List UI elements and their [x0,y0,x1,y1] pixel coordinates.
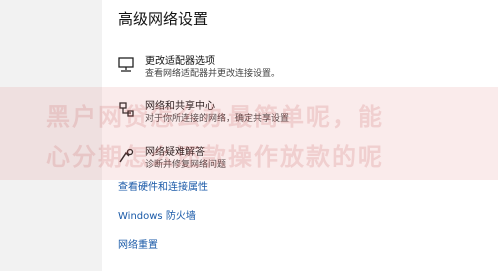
watermark-line: 心分期怎么还款操作放款的呢 [46,143,384,171]
watermark-overlay: 黑户网贷怎么办最简单呢，能 心分期怎么还款操作放款的呢 [0,87,498,180]
hardware-properties-link[interactable]: 查看硬件和连接属性 [118,178,208,193]
network-adapter-icon [117,56,135,74]
page-title: 高级网络设置 [118,10,209,28]
network-reset-link[interactable]: 网络重置 [118,236,158,251]
item-title: 更改适配器选项 [145,56,215,67]
item-description: 查看网络适配器并更改连接设置。 [145,69,281,79]
watermark-line: 黑户网贷怎么办最简单呢，能 [46,103,384,131]
firewall-link[interactable]: Windows 防火墙 [118,207,196,222]
change-adapter-options-item[interactable]: 更改适配器选项 查看网络适配器并更改连接设置。 [117,52,487,84]
